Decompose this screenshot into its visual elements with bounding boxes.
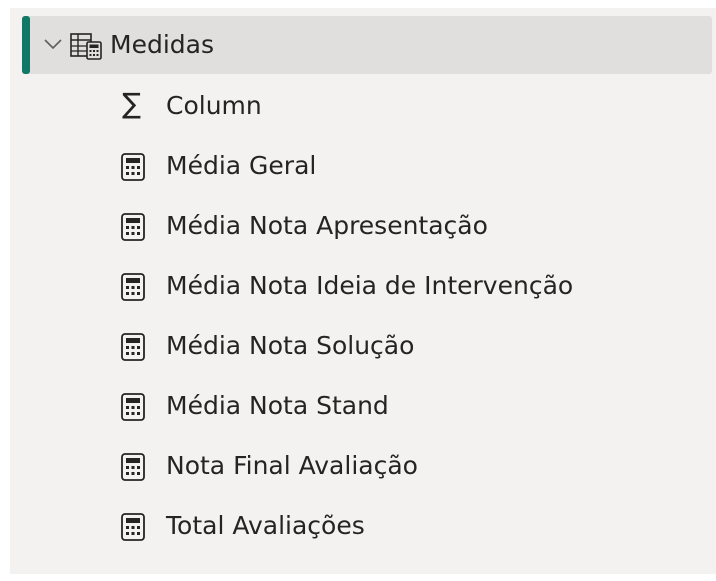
field-list: ∑ Column Média Geral Média Nota Apresent… [10, 76, 716, 556]
selection-accent-bar [22, 16, 30, 74]
calculator-icon [121, 273, 145, 301]
field-item-media-nota-ideia-de-intervencao[interactable]: Média Nota Ideia de Intervenção [10, 256, 716, 316]
field-item-media-nota-stand[interactable]: Média Nota Stand [10, 376, 716, 436]
table-node-medidas[interactable]: Medidas [22, 16, 712, 74]
calculator-icon [121, 393, 145, 421]
calculator-icon [121, 153, 145, 181]
field-item-total-avaliacoes[interactable]: Total Avaliações [10, 496, 716, 556]
calculator-icon [121, 513, 145, 541]
field-label: Média Nota Ideia de Intervenção [166, 271, 574, 300]
field-item-column[interactable]: ∑ Column [10, 76, 716, 136]
chevron-down-icon[interactable] [42, 33, 64, 55]
field-label: Nota Final Avaliação [166, 451, 418, 480]
field-item-media-nota-solucao[interactable]: Média Nota Solução [10, 316, 716, 376]
fields-pane: Medidas ∑ Column Média Geral Média Nota … [10, 8, 716, 574]
field-item-media-nota-apresentacao[interactable]: Média Nota Apresentação [10, 196, 716, 256]
sigma-icon: ∑ [122, 87, 141, 120]
calculator-icon [121, 453, 145, 481]
field-label: Média Geral [166, 151, 317, 180]
calculator-table-icon [70, 33, 102, 60]
field-item-media-geral[interactable]: Média Geral [10, 136, 716, 196]
field-item-nota-final-avaliacao[interactable]: Nota Final Avaliação [10, 436, 716, 496]
field-label: Média Nota Solução [166, 331, 415, 360]
table-name: Medidas [110, 30, 214, 59]
calculator-icon [121, 213, 145, 241]
field-label: Média Nota Stand [166, 391, 389, 420]
field-label: Total Avaliações [166, 511, 365, 540]
field-label: Média Nota Apresentação [166, 211, 488, 240]
calculator-icon [121, 333, 145, 361]
field-label: Column [166, 91, 262, 120]
